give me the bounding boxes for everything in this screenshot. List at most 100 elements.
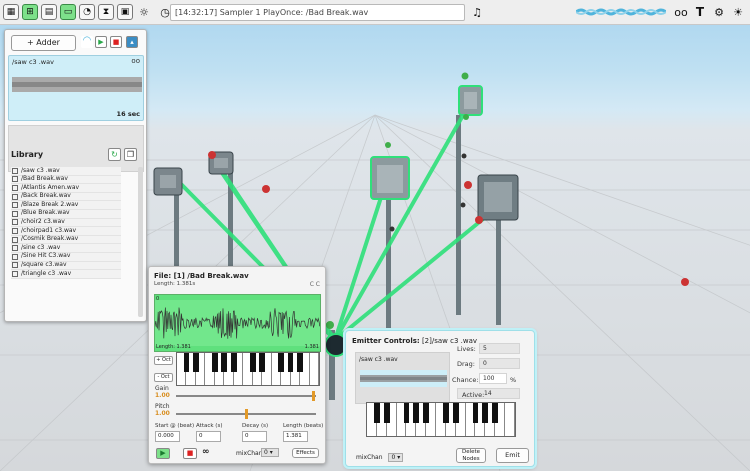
grid-icon[interactable]: ▦: [3, 4, 19, 20]
stop-icon[interactable]: ■: [110, 36, 122, 48]
black-key[interactable]: [278, 353, 284, 373]
black-key[interactable]: [373, 403, 380, 423]
emitter-title: Emitter Controls: [2]/saw c3 .wav: [352, 337, 477, 345]
emitter-mixchan: mixChan 0 ▾: [356, 453, 404, 462]
waveform-graphic: [154, 295, 321, 351]
emitter-mixchan-select[interactable]: 0 ▾: [388, 453, 404, 462]
theme-icon[interactable]: ☀: [730, 4, 746, 20]
black-key[interactable]: [212, 353, 218, 373]
sample-waveform: [12, 77, 142, 92]
sample-duration: 16 sec: [116, 110, 140, 118]
emitter-sample-name: /saw c3 .wav: [359, 356, 398, 363]
brightness-icon[interactable]: ☼: [136, 4, 152, 20]
black-key[interactable]: [193, 353, 199, 373]
settings-icon[interactable]: ⚙: [711, 4, 727, 20]
monitor-icon[interactable]: ▭: [60, 4, 76, 20]
pitch-value: 1.00: [155, 410, 170, 417]
adder-button[interactable]: + Adder: [11, 35, 76, 51]
drag-input[interactable]: 0: [479, 358, 520, 369]
black-key[interactable]: [452, 403, 459, 423]
black-key[interactable]: [297, 353, 303, 373]
refresh-icon[interactable]: ↻: [108, 148, 121, 161]
start-input[interactable]: 0.000: [155, 431, 180, 442]
chance-label: Chance:: [452, 376, 479, 384]
black-key[interactable]: [249, 353, 256, 373]
emitter-mixchan-value: 0: [391, 454, 396, 461]
black-key[interactable]: [472, 403, 479, 423]
lives-input[interactable]: 5: [479, 343, 520, 354]
black-key[interactable]: [221, 353, 228, 373]
add-window-icon[interactable]: ⊞: [22, 4, 38, 20]
black-key[interactable]: [183, 353, 190, 373]
library-item-label: /Sine Hit C3.wav: [21, 252, 71, 260]
library-item-label: /saw c3 .wav: [21, 166, 60, 174]
loop-icon[interactable]: ◠: [81, 36, 93, 48]
play-icon[interactable]: ▶: [95, 36, 107, 48]
octave-up-button[interactable]: + Oct: [154, 356, 173, 365]
effects-button[interactable]: Effects: [292, 448, 319, 458]
save-icon[interactable]: ▣: [117, 4, 133, 20]
timer-icon[interactable]: ⧗: [98, 4, 114, 20]
mixchan-label: mixChan: [236, 450, 263, 457]
black-key[interactable]: [423, 403, 430, 423]
file-panel: File: [1] /Bad Break.wav Length: 1.381s …: [148, 266, 326, 464]
white-key[interactable]: [310, 353, 320, 385]
decay-input[interactable]: 0: [242, 431, 267, 442]
black-key[interactable]: [413, 403, 420, 423]
stop-button[interactable]: ■: [183, 448, 197, 459]
file-icon: [12, 176, 18, 183]
drag-label: Drag:: [457, 360, 475, 368]
file-waveform[interactable]: 0 Length: 1.381 1.381: [154, 294, 321, 352]
file-keyboard[interactable]: [176, 352, 320, 386]
black-key[interactable]: [482, 403, 489, 423]
black-key[interactable]: [287, 353, 294, 373]
file-icon: [12, 167, 18, 174]
library-scrollbar[interactable]: [138, 167, 143, 317]
folder-icon[interactable]: ▴: [126, 36, 138, 48]
delete-nodes-button[interactable]: Delete Nodes: [456, 448, 486, 463]
chance-unit: %: [510, 376, 517, 384]
library-item-label: /triangle c3 .wav: [21, 269, 72, 277]
black-key[interactable]: [403, 403, 410, 423]
play-button[interactable]: ▶: [156, 448, 170, 459]
loop-toggle[interactable]: ∞: [202, 447, 210, 457]
white-key[interactable]: [505, 403, 515, 436]
gain-slider-knob[interactable]: [312, 391, 316, 401]
black-key[interactable]: [442, 403, 449, 423]
octave-down-button[interactable]: - Oct: [154, 373, 173, 382]
attack-input[interactable]: 0: [196, 431, 221, 442]
file-icon: [12, 253, 18, 260]
record-icon[interactable]: oo: [673, 4, 689, 20]
file-cc: C C: [309, 281, 320, 288]
library-item-label: /Blaze Break 2.wav: [21, 200, 79, 208]
copy-icon[interactable]: ❐: [124, 148, 137, 161]
sampler-panel: + Adder ◠ ▶ ■ ▴ /saw c3 .wav oo 16 sec L…: [4, 29, 147, 322]
chance-input[interactable]: 100: [479, 373, 507, 384]
emitter-sample-card[interactable]: /saw c3 .wav: [355, 352, 450, 404]
file-icon: [12, 236, 18, 243]
pitch-slider-knob[interactable]: [245, 409, 248, 419]
library-item[interactable]: /triangle c3 .wav: [11, 270, 121, 279]
waveform-end: 1.381: [304, 344, 319, 350]
emit-button[interactable]: Emit: [496, 448, 529, 463]
metronome-icon[interactable]: ♫: [469, 4, 485, 20]
black-key[interactable]: [230, 353, 237, 373]
emitter-keyboard[interactable]: [366, 402, 516, 437]
emitter-title-sample: [2]/saw c3 .wav: [421, 337, 478, 345]
lives-label: Lives:: [457, 345, 476, 353]
emitter-title-label: Emitter Controls:: [352, 337, 420, 345]
length-beats-input[interactable]: 1.381: [283, 431, 308, 442]
stopwatch-icon[interactable]: ◔: [79, 4, 95, 20]
gain-slider[interactable]: [176, 395, 316, 397]
black-key[interactable]: [383, 403, 390, 423]
panel-icon[interactable]: ▤: [41, 4, 57, 20]
text-icon[interactable]: T: [692, 4, 708, 20]
length-beats-label: Length (beats): [283, 423, 324, 429]
mixchan-select[interactable]: 0 ▾: [261, 448, 279, 457]
file-icon: [12, 227, 18, 234]
black-key[interactable]: [492, 403, 499, 423]
emitter-panel: Emitter Controls: [2]/saw c3 .wav /saw c…: [345, 330, 535, 467]
top-toolbar: ▦ ⊞ ▤ ▭ ◔ ⧗ ▣ ☼ ◷ [14:32:17] Sampler 1 P…: [0, 0, 750, 25]
black-key[interactable]: [259, 353, 266, 373]
selected-sample-card[interactable]: /saw c3 .wav oo 16 sec: [8, 55, 144, 121]
